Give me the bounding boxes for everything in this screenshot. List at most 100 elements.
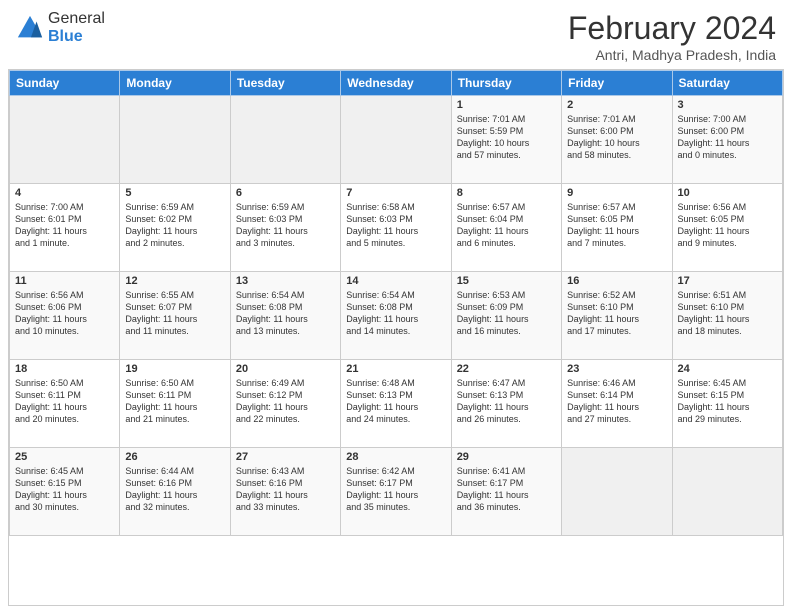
title-block: February 2024 Antri, Madhya Pradesh, Ind… [568,10,776,63]
calendar-week-row: 1Sunrise: 7:01 AM Sunset: 5:59 PM Daylig… [10,96,783,184]
day-number: 4 [15,187,114,199]
calendar-header: Sunday Monday Tuesday Wednesday Thursday… [10,71,783,96]
table-row: 25 Sunrise: 6:45 AM Sunset: 6:15 PM Dayli… [10,448,120,536]
day-number: 25 [15,451,114,463]
day-number: 16 [567,275,666,287]
table-row: 17 Sunrise: 6:51 AM Sunset: 6:10 PM Dayli… [672,272,782,360]
table-row: 9Sunrise: 6:57 AM Sunset: 6:05 PM Daylig… [562,184,672,272]
day-info: Sunrise: 6:56 AM Sunset: 6:06 PM Dayligh… [15,289,114,338]
table-row: 4 Sunrise: 7:00 AM Sunset: 6:01 PM Daylig… [10,184,120,272]
day-number: 19 [125,363,224,375]
day-info: Sunrise: 6:45 AM Sunset: 6:15 PM Dayligh… [678,377,777,426]
table-row [341,96,451,184]
table-row: 21 Sunrise: 6:48 AM Sunset: 6:13 PM Dayli… [341,360,451,448]
day-info: Sunrise: 6:50 AM Sunset: 6:11 PM Dayligh… [125,377,224,426]
table-row: 18 Sunrise: 6:50 AM Sunset: 6:11 PM Dayli… [10,360,120,448]
logo-blue-text: Blue [48,28,105,46]
day-number: 6 [236,187,335,199]
location-subtitle: Antri, Madhya Pradesh, India [568,47,776,63]
col-tuesday: Tuesday [230,71,340,96]
day-number: 2 [567,99,666,111]
days-header-row: Sunday Monday Tuesday Wednesday Thursday… [10,71,783,96]
day-info: Sunrise: 7:00 AM Sunset: 6:01 PM Dayligh… [15,201,114,250]
page: General Blue February 2024 Antri, Madhya… [0,0,792,612]
day-info: Sunrise: 6:49 AM Sunset: 6:12 PM Dayligh… [236,377,335,426]
col-monday: Monday [120,71,230,96]
logo-text: General Blue [48,10,105,45]
table-row: 12Sunrise: 6:55 AM Sunset: 6:07 PM Dayli… [120,272,230,360]
col-thursday: Thursday [451,71,561,96]
day-info: Sunrise: 6:59 AM Sunset: 6:02 PM Dayligh… [125,201,224,250]
table-row: 26Sunrise: 6:44 AM Sunset: 6:16 PM Dayli… [120,448,230,536]
day-info: Sunrise: 6:46 AM Sunset: 6:14 PM Dayligh… [567,377,666,426]
table-row: 22 Sunrise: 6:47 AM Sunset: 6:13 PM Dayli… [451,360,561,448]
day-info: Sunrise: 6:44 AM Sunset: 6:16 PM Dayligh… [125,465,224,514]
month-title: February 2024 [568,10,776,47]
table-row [672,448,782,536]
day-number: 15 [457,275,556,287]
table-row: 28Sunrise: 6:42 AM Sunset: 6:17 PM Dayli… [341,448,451,536]
day-info: Sunrise: 6:48 AM Sunset: 6:13 PM Dayligh… [346,377,445,426]
col-sunday: Sunday [10,71,120,96]
table-row: 6 Sunrise: 6:59 AM Sunset: 6:03 PM Daylig… [230,184,340,272]
day-number: 22 [457,363,556,375]
table-row [562,448,672,536]
day-info: Sunrise: 6:47 AM Sunset: 6:13 PM Dayligh… [457,377,556,426]
col-friday: Friday [562,71,672,96]
table-row: 7 Sunrise: 6:58 AM Sunset: 6:03 PM Daylig… [341,184,451,272]
day-number: 21 [346,363,445,375]
day-info: Sunrise: 6:45 AM Sunset: 6:15 PM Dayligh… [15,465,114,514]
day-info: Sunrise: 6:51 AM Sunset: 6:10 PM Dayligh… [678,289,777,338]
day-number: 29 [457,451,556,463]
day-info: Sunrise: 6:54 AM Sunset: 6:08 PM Dayligh… [346,289,445,338]
table-row: 11 Sunrise: 6:56 AM Sunset: 6:06 PM Dayli… [10,272,120,360]
calendar-week-row: 4 Sunrise: 7:00 AM Sunset: 6:01 PM Daylig… [10,184,783,272]
table-row: 8Sunrise: 6:57 AM Sunset: 6:04 PM Daylig… [451,184,561,272]
table-row: 3 Sunrise: 7:00 AM Sunset: 6:00 PM Daylig… [672,96,782,184]
day-number: 10 [678,187,777,199]
day-info: Sunrise: 6:58 AM Sunset: 6:03 PM Dayligh… [346,201,445,250]
day-info: Sunrise: 6:53 AM Sunset: 6:09 PM Dayligh… [457,289,556,338]
calendar: Sunday Monday Tuesday Wednesday Thursday… [8,69,784,606]
day-info: Sunrise: 6:41 AM Sunset: 6:17 PM Dayligh… [457,465,556,514]
day-number: 18 [15,363,114,375]
day-number: 7 [346,187,445,199]
table-row: 24 Sunrise: 6:45 AM Sunset: 6:15 PM Dayli… [672,360,782,448]
table-row: 29 Sunrise: 6:41 AM Sunset: 6:17 PM Dayli… [451,448,561,536]
day-number: 28 [346,451,445,463]
day-number: 24 [678,363,777,375]
day-number: 13 [236,275,335,287]
day-info: Sunrise: 6:56 AM Sunset: 6:05 PM Dayligh… [678,201,777,250]
day-info: Sunrise: 6:57 AM Sunset: 6:05 PM Dayligh… [567,201,666,250]
day-info: Sunrise: 6:52 AM Sunset: 6:10 PM Dayligh… [567,289,666,338]
calendar-table: Sunday Monday Tuesday Wednesday Thursday… [9,70,783,536]
day-info: Sunrise: 7:00 AM Sunset: 6:00 PM Dayligh… [678,113,777,162]
day-info: Sunrise: 6:57 AM Sunset: 6:04 PM Dayligh… [457,201,556,250]
day-number: 12 [125,275,224,287]
day-number: 5 [125,187,224,199]
day-number: 23 [567,363,666,375]
table-row [10,96,120,184]
day-info: Sunrise: 6:59 AM Sunset: 6:03 PM Dayligh… [236,201,335,250]
table-row: 10 Sunrise: 6:56 AM Sunset: 6:05 PM Dayli… [672,184,782,272]
table-row: 19 Sunrise: 6:50 AM Sunset: 6:11 PM Dayli… [120,360,230,448]
table-row: 20Sunrise: 6:49 AM Sunset: 6:12 PM Dayli… [230,360,340,448]
day-number: 14 [346,275,445,287]
day-number: 17 [678,275,777,287]
table-row: 1Sunrise: 7:01 AM Sunset: 5:59 PM Daylig… [451,96,561,184]
table-row: 15 Sunrise: 6:53 AM Sunset: 6:09 PM Dayli… [451,272,561,360]
table-row: 2Sunrise: 7:01 AM Sunset: 6:00 PM Daylig… [562,96,672,184]
day-number: 11 [15,275,114,287]
table-row: 14 Sunrise: 6:54 AM Sunset: 6:08 PM Dayli… [341,272,451,360]
calendar-week-row: 18 Sunrise: 6:50 AM Sunset: 6:11 PM Dayli… [10,360,783,448]
day-info: Sunrise: 7:01 AM Sunset: 5:59 PM Dayligh… [457,113,556,162]
table-row: 27Sunrise: 6:43 AM Sunset: 6:16 PM Dayli… [230,448,340,536]
calendar-week-row: 25 Sunrise: 6:45 AM Sunset: 6:15 PM Dayli… [10,448,783,536]
day-info: Sunrise: 6:54 AM Sunset: 6:08 PM Dayligh… [236,289,335,338]
day-info: Sunrise: 6:43 AM Sunset: 6:16 PM Dayligh… [236,465,335,514]
table-row [230,96,340,184]
logo-general-text: General [48,10,105,28]
day-number: 3 [678,99,777,111]
table-row [120,96,230,184]
day-info: Sunrise: 6:50 AM Sunset: 6:11 PM Dayligh… [15,377,114,426]
